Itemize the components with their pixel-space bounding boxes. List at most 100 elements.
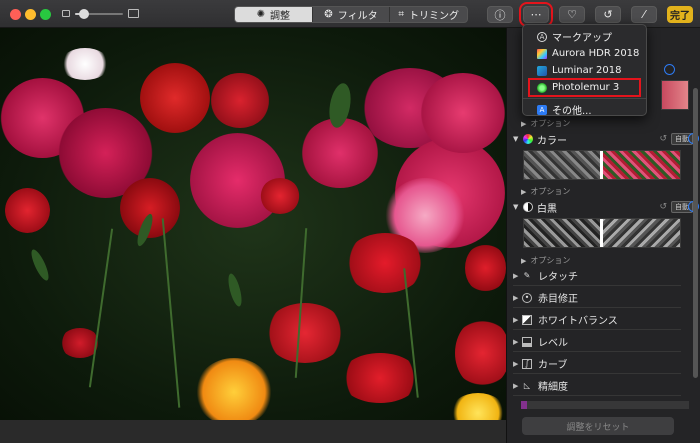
edit-mode-tabs: ✺ 調整 ❂ フィルタ ⌗ トリミング <box>234 6 468 23</box>
disclosure-right-icon: ▶ <box>513 381 519 390</box>
disclosure-right-icon: ▶ <box>513 293 519 302</box>
close-window-button[interactable] <box>10 9 21 20</box>
color-options[interactable]: ▶ オプション <box>521 186 570 197</box>
orange-marigold <box>195 358 273 420</box>
large-image-icon <box>128 9 139 18</box>
bandage-icon: ✎ <box>523 271 531 280</box>
menu-separator <box>523 98 646 99</box>
bw-slider-handle[interactable] <box>600 219 603 247</box>
light-options[interactable]: ▶ オプション <box>521 118 570 129</box>
small-image-icon <box>62 10 70 17</box>
row-levels[interactable]: ▶ レベル <box>513 332 681 352</box>
menu-item-label: その他... <box>552 106 592 117</box>
color-slider-handle[interactable] <box>600 151 603 179</box>
menu-item-label: Luminar 2018 <box>552 65 622 76</box>
tab-filters[interactable]: ❂ フィルタ <box>313 7 391 22</box>
markup-icon: A <box>537 31 547 42</box>
fullscreen-window-button[interactable] <box>40 9 51 20</box>
disclosure-down-icon: ▼ <box>513 203 519 211</box>
row-red-eye[interactable]: ▶ • 赤目修正 <box>513 288 681 308</box>
aurora-hdr-icon <box>537 48 547 59</box>
half-circle-icon <box>523 202 533 212</box>
done-button[interactable]: 完了 <box>667 6 693 23</box>
favorite-button[interactable]: ♡ <box>559 6 585 23</box>
photolemur-icon <box>537 82 547 93</box>
row-retouch[interactable]: ▶ ✎ レタッチ <box>513 266 681 286</box>
crop-icon: ⌗ <box>398 9 404 20</box>
disclosure-right-icon: ▶ <box>521 188 527 196</box>
zoom-slider[interactable] <box>62 8 140 20</box>
menu-item-luminar[interactable]: Luminar 2018 <box>523 62 646 79</box>
section-black-white[interactable]: ▼ 白黒 ↺ 自動 <box>513 200 693 215</box>
menu-item-label: Photolemur 3 <box>552 82 620 93</box>
bw-thumbnail-strip[interactable] <box>523 218 681 248</box>
poppy <box>140 63 210 133</box>
zoom-knob[interactable] <box>79 9 89 19</box>
photo-canvas[interactable] <box>0 28 506 420</box>
zoom-track[interactable] <box>75 9 123 19</box>
bw-options[interactable]: ▶ オプション <box>521 255 570 266</box>
disclosure-down-icon: ▼ <box>513 135 519 143</box>
row-definition[interactable]: ▶ ◺ 精細度 <box>513 376 681 396</box>
row-curves-label: カーブ <box>538 360 568 371</box>
undo-icon[interactable]: ↺ <box>659 134 667 144</box>
color-thumbnail-strip[interactable] <box>523 150 681 180</box>
partially-hidden-row <box>521 401 689 409</box>
color-wheel-icon <box>523 134 533 144</box>
tab-adjust-label: 調整 <box>270 11 291 22</box>
light-thumbnail-strip[interactable] <box>661 80 689 110</box>
auto-enhance-button[interactable]: ⁄ <box>631 6 657 23</box>
disclosure-right-icon: ▶ <box>521 257 527 265</box>
poppy <box>5 188 50 233</box>
menu-item-more[interactable]: A その他... <box>523 101 646 118</box>
eye-icon: • <box>522 292 532 303</box>
poppy <box>465 243 506 293</box>
flower-cluster <box>420 73 506 153</box>
disclosure-right-icon: ▶ <box>513 337 519 346</box>
disclosure-right-icon: ▶ <box>513 315 519 324</box>
section-color-label: カラー <box>537 135 567 147</box>
menu-item-aurora-hdr[interactable]: Aurora HDR 2018 <box>523 45 646 62</box>
row-curves[interactable]: ▶ ∫ カーブ <box>513 354 681 374</box>
info-button[interactable]: ⓘ <box>487 6 513 23</box>
definition-icon: ◺ <box>523 381 531 390</box>
photo-bottom-bar <box>0 420 506 443</box>
levels-icon <box>522 336 532 347</box>
undo-icon[interactable]: ↺ <box>659 202 667 212</box>
tab-crop-label: トリミング <box>409 11 459 22</box>
magic-wand-icon: ⁄ <box>643 8 645 21</box>
disclosure-right-icon: ▶ <box>513 359 519 368</box>
luminar-icon <box>537 65 547 76</box>
section-bw-label: 白黒 <box>537 203 557 215</box>
white-balance-icon <box>522 314 532 325</box>
option-label: オプション <box>530 187 571 196</box>
reset-adjustments-button[interactable]: 調整をリセット <box>522 417 674 435</box>
minimize-window-button[interactable] <box>25 9 36 20</box>
menu-item-markup[interactable]: A マークアップ <box>523 28 646 45</box>
rotate-button[interactable]: ↺ <box>595 6 621 23</box>
light-toggle[interactable] <box>664 64 675 75</box>
extensions-menu: A マークアップ Aurora HDR 2018 Luminar 2018 Ph… <box>522 24 647 118</box>
yellow-flower <box>450 393 506 420</box>
heart-icon: ♡ <box>567 8 577 21</box>
tab-crop[interactable]: ⌗ トリミング <box>390 7 467 22</box>
menu-item-label: Aurora HDR 2018 <box>552 48 640 59</box>
extensions-button[interactable]: ⋯ <box>519 2 553 27</box>
app-store-icon: A <box>537 104 547 115</box>
sidebar-scrollbar[interactable] <box>693 88 698 378</box>
disclosure-right-icon: ▶ <box>513 271 519 280</box>
row-retouch-label: レタッチ <box>538 272 578 283</box>
filter-circles-icon: ❂ <box>324 9 333 20</box>
row-white-balance[interactable]: ▶ ホワイトバランス <box>513 310 681 330</box>
option-label: オプション <box>530 256 571 265</box>
row-definition-label: 精細度 <box>538 382 568 393</box>
sun-dial-icon: ✺ <box>256 9 266 20</box>
section-color[interactable]: ▼ カラー ↺ 自動 <box>513 132 693 147</box>
leaf <box>28 247 52 283</box>
poppy <box>455 318 506 388</box>
menu-item-photolemur[interactable]: Photolemur 3 <box>528 78 641 97</box>
tab-adjust[interactable]: ✺ 調整 <box>235 7 313 22</box>
menu-item-label: マークアップ <box>552 33 612 44</box>
row-red-eye-label: 赤目修正 <box>538 294 578 305</box>
poppy <box>210 73 270 128</box>
